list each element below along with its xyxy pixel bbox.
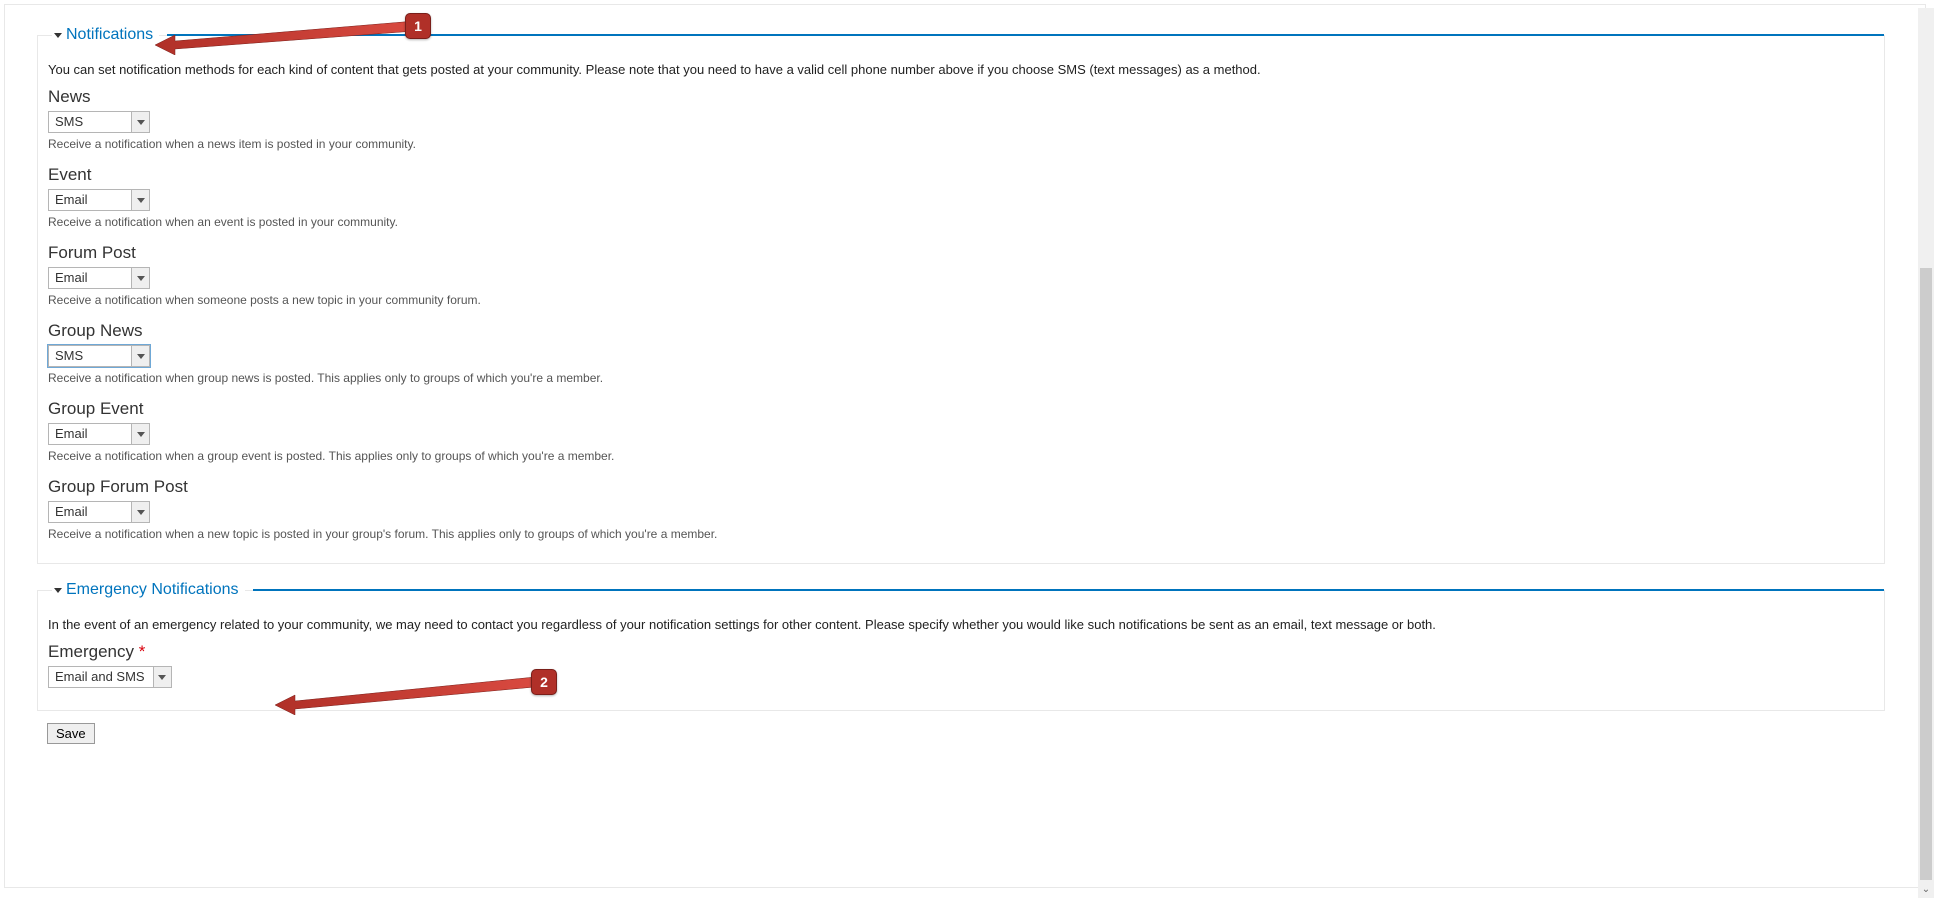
group-news-field-group: Group News SMS Receive a notification wh… xyxy=(48,321,1874,385)
vertical-scrollbar[interactable]: ⌄ xyxy=(1918,8,1934,898)
group-event-help: Receive a notification when a group even… xyxy=(48,449,1874,463)
group-forum-post-select-value: Email xyxy=(49,502,131,522)
scrollbar-thumb[interactable] xyxy=(1920,268,1932,880)
group-forum-post-field-group: Group Forum Post Email Receive a notific… xyxy=(48,477,1874,541)
scrollbar-down-icon[interactable]: ⌄ xyxy=(1918,882,1934,898)
notifications-legend-row: Notifications xyxy=(38,26,1884,44)
news-help: Receive a notification when a news item … xyxy=(48,137,1874,151)
emergency-legend-row: Emergency Notifications xyxy=(38,581,1884,599)
group-news-help: Receive a notification when group news i… xyxy=(48,371,1874,385)
dropdown-arrow-icon xyxy=(131,346,149,366)
dropdown-arrow-icon xyxy=(131,424,149,444)
group-event-label: Group Event xyxy=(48,399,1874,419)
caret-down-icon xyxy=(54,33,62,38)
news-label: News xyxy=(48,87,1874,107)
dropdown-arrow-icon xyxy=(131,502,149,522)
event-select[interactable]: Email xyxy=(48,189,150,211)
group-event-field-group: Group Event Email Receive a notification… xyxy=(48,399,1874,463)
event-select-value: Email xyxy=(49,190,131,210)
legend-divider xyxy=(167,34,1884,36)
emergency-label-text: Emergency xyxy=(48,642,134,661)
group-forum-post-select[interactable]: Email xyxy=(48,501,150,523)
forum-post-label: Forum Post xyxy=(48,243,1874,263)
emergency-legend: Emergency Notifications xyxy=(66,581,239,599)
event-field-group: Event Email Receive a notification when … xyxy=(48,165,1874,229)
news-field-group: News SMS Receive a notification when a n… xyxy=(48,87,1874,151)
group-forum-post-label: Group Forum Post xyxy=(48,477,1874,497)
dropdown-arrow-icon xyxy=(131,268,149,288)
required-indicator: * xyxy=(139,642,146,661)
emergency-description: In the event of an emergency related to … xyxy=(48,617,1874,632)
forum-post-help: Receive a notification when someone post… xyxy=(48,293,1874,307)
save-button[interactable]: Save xyxy=(47,723,95,744)
group-news-label: Group News xyxy=(48,321,1874,341)
group-news-select-value: SMS xyxy=(49,346,131,366)
emergency-select-value: Email and SMS xyxy=(49,667,153,687)
emergency-section: Emergency Notifications In the event of … xyxy=(37,590,1885,711)
news-select-value: SMS xyxy=(49,112,131,132)
group-event-select-value: Email xyxy=(49,424,131,444)
event-help: Receive a notification when an event is … xyxy=(48,215,1874,229)
event-label: Event xyxy=(48,165,1874,185)
emergency-label: Emergency * xyxy=(48,642,1874,662)
forum-post-select-value: Email xyxy=(49,268,131,288)
notifications-description: You can set notification methods for eac… xyxy=(48,62,1874,77)
notifications-section: Notifications You can set notification m… xyxy=(37,35,1885,564)
notifications-legend-toggle[interactable]: Notifications xyxy=(52,26,159,44)
group-news-select[interactable]: SMS xyxy=(48,345,150,367)
dropdown-arrow-icon xyxy=(153,667,171,687)
legend-divider xyxy=(253,589,1884,591)
group-event-select[interactable]: Email xyxy=(48,423,150,445)
news-select[interactable]: SMS xyxy=(48,111,150,133)
group-forum-post-help: Receive a notification when a new topic … xyxy=(48,527,1874,541)
emergency-legend-toggle[interactable]: Emergency Notifications xyxy=(52,581,245,599)
forum-post-select[interactable]: Email xyxy=(48,267,150,289)
dropdown-arrow-icon xyxy=(131,190,149,210)
dropdown-arrow-icon xyxy=(131,112,149,132)
forum-post-field-group: Forum Post Email Receive a notification … xyxy=(48,243,1874,307)
caret-down-icon xyxy=(54,588,62,593)
emergency-select[interactable]: Email and SMS xyxy=(48,666,172,688)
notifications-legend: Notifications xyxy=(66,26,153,44)
emergency-field-group: Emergency * Email and SMS xyxy=(48,642,1874,688)
